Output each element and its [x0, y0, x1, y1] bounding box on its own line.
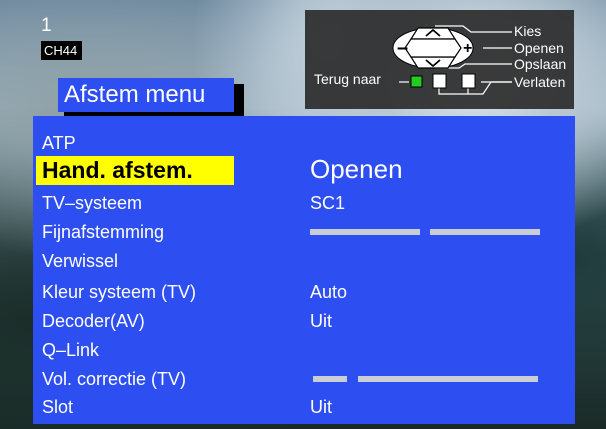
- menu-item-tv-systeem[interactable]: TV–systeem SC1: [33, 189, 575, 218]
- menu-item-label: Slot: [42, 397, 74, 417]
- tuning-menu: ATP Hand. afstem. Openen TV–systeem SC1 …: [33, 116, 575, 424]
- menu-item-label: TV–systeem: [42, 193, 143, 213]
- menu-item-label: Fijnafstemming: [42, 222, 165, 242]
- white-key-2: [461, 73, 476, 89]
- label-kies: Kies: [514, 23, 542, 39]
- menu-item-hand-afstem[interactable]: Hand. afstem. Openen: [33, 154, 575, 185]
- menu-item-label-selected: Hand. afstem.: [36, 156, 234, 185]
- menu-item-label: ATP: [42, 133, 76, 153]
- menu-item-label: Verwissel: [42, 251, 119, 271]
- remote-help-panel: – + Kies Openen Opslaan Verlaten Terug n…: [305, 10, 574, 109]
- white-key-1: [432, 73, 447, 89]
- green-key: [410, 75, 423, 88]
- menu-item-value: Uit: [310, 311, 332, 331]
- menu-item-kleur-systeem[interactable]: Kleur systeem (TV) Auto: [33, 278, 575, 307]
- label-terug-naar: Terug naar: [314, 71, 381, 87]
- channel-name: CH44: [41, 41, 83, 60]
- menu-item-label: Decoder(AV): [42, 311, 145, 331]
- menu-title: Afstem menu: [58, 78, 234, 112]
- volume-bar-right: [358, 376, 538, 382]
- menu-item-decoder[interactable]: Decoder(AV) Uit: [33, 307, 575, 336]
- volume-bar-left: [313, 376, 347, 382]
- plus-icon: +: [463, 40, 473, 57]
- menu-item-atp[interactable]: ATP: [33, 129, 575, 158]
- menu-item-verwissel[interactable]: Verwissel: [33, 247, 575, 276]
- menu-item-q-link[interactable]: Q–Link: [33, 336, 575, 365]
- fine-tune-bar-right: [430, 229, 540, 235]
- menu-item-label: Q–Link: [42, 340, 100, 360]
- label-opslaan: Opslaan: [514, 56, 567, 72]
- channel-number: 1: [41, 15, 52, 36]
- menu-item-value: Uit: [310, 397, 332, 417]
- minus-icon: –: [397, 37, 409, 59]
- menu-item-vol-correctie[interactable]: Vol. correctie (TV): [33, 365, 575, 394]
- label-openen: Openen: [514, 40, 564, 56]
- menu-item-value: SC1: [310, 193, 346, 213]
- label-verlaten: Verlaten: [514, 74, 566, 90]
- menu-item-fijnafstemming[interactable]: Fijnafstemming: [33, 218, 575, 247]
- menu-item-value: Openen: [310, 154, 403, 184]
- menu-item-value: Auto: [310, 282, 348, 302]
- fine-tune-bar-left: [310, 229, 420, 235]
- menu-item-label: Vol. correctie (TV): [42, 369, 187, 389]
- menu-item-label: Kleur systeem (TV): [42, 282, 197, 302]
- menu-item-slot[interactable]: Slot Uit: [33, 393, 575, 422]
